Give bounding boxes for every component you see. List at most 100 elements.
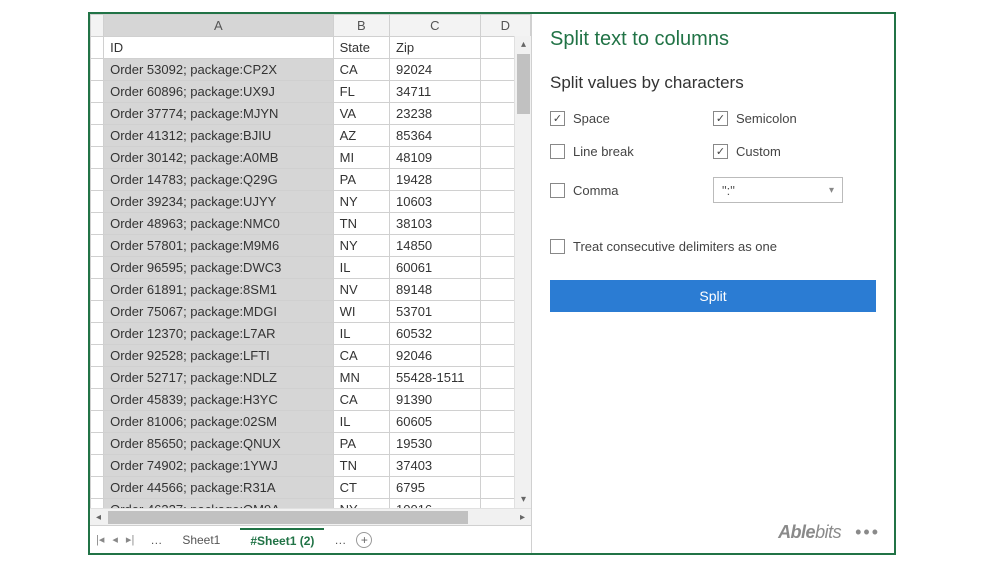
cell[interactable]: Order 75067; package:MDGI (104, 301, 334, 323)
check-icon (713, 111, 728, 126)
vertical-scroll-thumb[interactable] (517, 54, 530, 114)
cell[interactable]: NY (333, 499, 389, 509)
cell[interactable]: FL (333, 81, 389, 103)
column-header-b[interactable]: B (333, 15, 389, 37)
cell[interactable]: CT (333, 477, 389, 499)
cell[interactable]: IL (333, 257, 389, 279)
scroll-down-button[interactable]: ▾ (515, 491, 531, 508)
cell[interactable]: 10603 (390, 191, 481, 213)
cell[interactable]: 60061 (390, 257, 481, 279)
checkbox-space[interactable]: Space (550, 111, 713, 126)
cell[interactable]: Order 39234; package:UJYY (104, 191, 334, 213)
cell[interactable]: 85364 (390, 125, 481, 147)
tab-nav-first[interactable]: |◂ (96, 533, 104, 546)
column-header-a[interactable]: A (104, 15, 334, 37)
cell[interactable]: TN (333, 455, 389, 477)
scroll-up-button[interactable]: ▴ (515, 36, 531, 53)
vertical-scrollbar[interactable]: ▴ ▾ (514, 36, 531, 508)
cell[interactable]: Zip (390, 37, 481, 59)
cell[interactable]: 48109 (390, 147, 481, 169)
cell[interactable]: ID (104, 37, 334, 59)
checkbox-semicolon[interactable]: Semicolon (713, 111, 876, 126)
cell[interactable]: 23238 (390, 103, 481, 125)
cell[interactable]: 6795 (390, 477, 481, 499)
cell[interactable]: 53701 (390, 301, 481, 323)
cell[interactable]: 91390 (390, 389, 481, 411)
new-sheet-button[interactable]: + (356, 532, 372, 548)
cell[interactable]: Order 37774; package:MJYN (104, 103, 334, 125)
cell[interactable]: CA (333, 389, 389, 411)
cell[interactable]: CA (333, 345, 389, 367)
cell[interactable]: Order 60896; package:UX9J (104, 81, 334, 103)
cell[interactable]: Order 45839; package:H3YC (104, 389, 334, 411)
scroll-left-button[interactable]: ◂ (90, 509, 107, 526)
cell[interactable]: 38103 (390, 213, 481, 235)
checkbox-treat-consecutive[interactable]: Treat consecutive delimiters as one (550, 239, 876, 254)
cell[interactable]: Order 53092; package:CP2X (104, 59, 334, 81)
tab-sheet1-2[interactable]: #Sheet1 (2) (240, 528, 324, 552)
cell[interactable]: 55428-1511 (390, 367, 481, 389)
cell[interactable]: 19428 (390, 169, 481, 191)
column-header-d[interactable]: D (480, 15, 530, 37)
cell[interactable]: Order 12370; package:L7AR (104, 323, 334, 345)
cell[interactable]: 92046 (390, 345, 481, 367)
cell[interactable]: TN (333, 213, 389, 235)
tab-nav-next[interactable]: ▸| (126, 533, 134, 546)
scroll-right-button[interactable]: ▸ (514, 509, 531, 526)
cell[interactable]: Order 14783; package:Q29G (104, 169, 334, 191)
cell[interactable]: State (333, 37, 389, 59)
cell[interactable]: 37403 (390, 455, 481, 477)
tab-nav-prev[interactable]: ◂ (112, 533, 118, 546)
cell[interactable]: 60605 (390, 411, 481, 433)
cell[interactable]: WI (333, 301, 389, 323)
panel-menu-button[interactable]: ••• (855, 522, 880, 543)
checkbox-label: Treat consecutive delimiters as one (573, 239, 777, 254)
custom-delimiter-dropdown[interactable]: ":" ▾ (713, 177, 843, 203)
cell[interactable]: MI (333, 147, 389, 169)
worksheet-grid[interactable]: A B C D IDStateZip Order 53092; package:C… (90, 14, 531, 508)
checkbox-custom[interactable]: Custom (713, 144, 876, 159)
cell[interactable]: 34711 (390, 81, 481, 103)
cell[interactable]: NY (333, 191, 389, 213)
cell[interactable]: Order 57801; package:M9M6 (104, 235, 334, 257)
horizontal-scroll-thumb[interactable] (108, 511, 468, 524)
cell[interactable]: Order 81006; package:02SM (104, 411, 334, 433)
cell[interactable]: Order 74902; package:1YWJ (104, 455, 334, 477)
cell[interactable]: NY (333, 235, 389, 257)
cell[interactable]: Order 44566; package:R31A (104, 477, 334, 499)
cell[interactable]: CA (333, 59, 389, 81)
cell[interactable]: Order 48963; package:NMC0 (104, 213, 334, 235)
cell[interactable]: IL (333, 323, 389, 345)
cell[interactable]: 60532 (390, 323, 481, 345)
select-all-corner[interactable] (91, 15, 104, 37)
cell[interactable]: Order 46327; package:QM9A (104, 499, 334, 509)
cell[interactable]: PA (333, 169, 389, 191)
cell[interactable]: AZ (333, 125, 389, 147)
checkbox-linebreak[interactable]: Line break (550, 144, 713, 159)
tab-more-left[interactable]: … (150, 533, 162, 547)
checkbox-comma[interactable]: Comma (550, 177, 713, 203)
cell[interactable]: 92024 (390, 59, 481, 81)
cell[interactable]: 89148 (390, 279, 481, 301)
cell[interactable]: Order 52717; package:NDLZ (104, 367, 334, 389)
cell[interactable]: 19530 (390, 433, 481, 455)
tab-sheet1[interactable]: Sheet1 (172, 529, 230, 551)
cell[interactable]: IL (333, 411, 389, 433)
cell[interactable]: Order 41312; package:BJIU (104, 125, 334, 147)
panel-subtitle: Split values by characters (550, 73, 876, 93)
cell[interactable]: 14850 (390, 235, 481, 257)
horizontal-scrollbar[interactable]: ◂ ▸ (90, 508, 531, 525)
cell[interactable]: 10016 (390, 499, 481, 509)
cell[interactable]: Order 96595; package:DWC3 (104, 257, 334, 279)
cell[interactable]: VA (333, 103, 389, 125)
cell[interactable]: Order 61891; package:8SM1 (104, 279, 334, 301)
cell[interactable]: MN (333, 367, 389, 389)
cell[interactable]: Order 92528; package:LFTI (104, 345, 334, 367)
cell[interactable]: Order 85650; package:QNUX (104, 433, 334, 455)
cell[interactable]: NV (333, 279, 389, 301)
column-header-c[interactable]: C (390, 15, 481, 37)
tab-more-right[interactable]: … (334, 533, 346, 547)
cell[interactable]: Order 30142; package:A0MB (104, 147, 334, 169)
split-button[interactable]: Split (550, 280, 876, 312)
cell[interactable]: PA (333, 433, 389, 455)
